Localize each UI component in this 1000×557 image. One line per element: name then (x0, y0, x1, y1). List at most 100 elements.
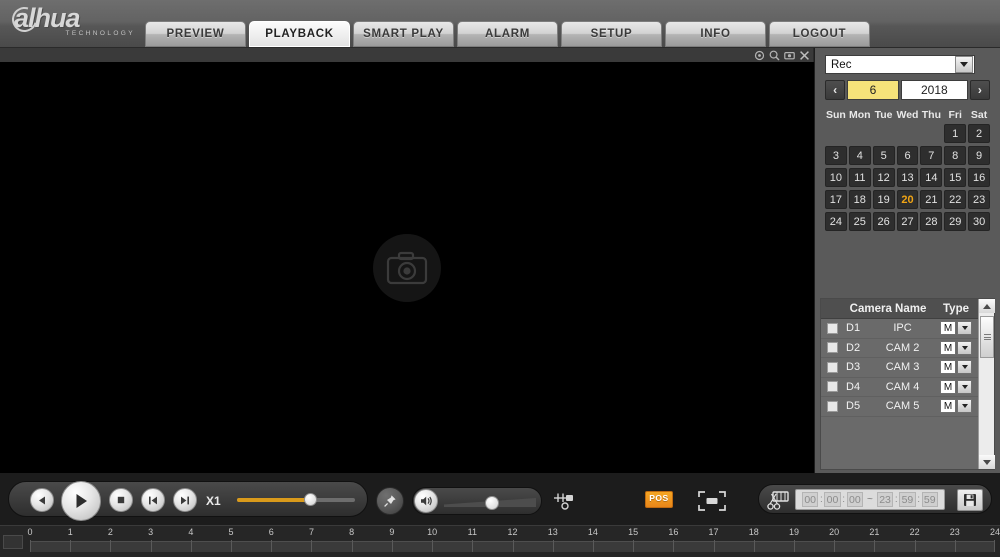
tab-playback[interactable]: PLAYBACK (249, 21, 350, 47)
camera-checkbox[interactable] (827, 361, 838, 373)
volume-button[interactable] (414, 489, 438, 513)
volume-slider-knob[interactable] (484, 496, 499, 510)
calendar-day-13[interactable]: 13 (896, 168, 919, 187)
calendar-day-19[interactable]: 19 (872, 190, 895, 209)
tab-logout[interactable]: LOGOUT (769, 21, 870, 47)
camera-checkbox[interactable] (827, 342, 838, 354)
month-field[interactable]: 6 (847, 80, 899, 100)
calendar-day-7[interactable]: 7 (920, 146, 943, 165)
next-month-button[interactable]: › (969, 80, 990, 100)
calendar-day-10[interactable]: 10 (825, 168, 847, 187)
calendar-day-16[interactable]: 16 (968, 168, 991, 187)
close-icon[interactable] (799, 50, 810, 61)
camera-checkbox[interactable] (827, 400, 838, 412)
calendar-day-29[interactable]: 29 (944, 212, 967, 231)
calendar-day-5[interactable]: 5 (872, 146, 895, 165)
calendar-day-22[interactable]: 22 (944, 190, 967, 209)
play-button[interactable] (61, 481, 101, 521)
year-field[interactable]: 2018 (900, 80, 968, 100)
calendar-day-28[interactable]: 28 (920, 212, 943, 231)
tab-smart-play[interactable]: SMART PLAY (353, 21, 454, 47)
calendar-day-17[interactable]: 17 (825, 190, 847, 209)
tab-preview[interactable]: PREVIEW (145, 21, 246, 47)
camera-type-select[interactable]: M (933, 321, 979, 336)
calendar-day-4[interactable]: 4 (848, 146, 871, 165)
scroll-up-icon[interactable] (979, 299, 995, 313)
tab-info[interactable]: INFO (665, 21, 766, 47)
calendar-day-14[interactable]: 14 (920, 168, 943, 187)
zoom-icon[interactable] (769, 50, 780, 61)
start-minute[interactable]: 00 (824, 492, 841, 507)
timeline-tick (954, 540, 956, 552)
video-display-area[interactable] (0, 62, 814, 473)
calendar-day-9[interactable]: 9 (968, 146, 991, 165)
calendar-day-25[interactable]: 25 (848, 212, 871, 231)
end-hour[interactable]: 23 (876, 492, 894, 507)
chevron-down-icon[interactable] (957, 360, 972, 375)
snapshot-icon[interactable] (784, 50, 795, 61)
camera-row[interactable]: D4 CAM 4 M (821, 378, 979, 397)
chevron-down-icon[interactable] (955, 56, 973, 73)
camera-type-select[interactable]: M (933, 360, 979, 375)
speed-slider-knob[interactable] (304, 493, 318, 506)
camera-row[interactable]: D1 IPC M (821, 319, 979, 339)
calendar-day-24[interactable]: 24 (825, 212, 847, 231)
camera-row[interactable]: D2 CAM 2 M (821, 339, 979, 358)
timeline-scale[interactable]: 0 1 2 3 4 5 6 7 8 9 10 11 12 13 14 15 16 17 18 19 20 21 22 23 24 (27, 526, 1000, 557)
camera-checkbox[interactable] (827, 381, 838, 393)
calendar-day-15[interactable]: 15 (944, 168, 967, 187)
prev-month-button[interactable]: ‹ (825, 80, 846, 100)
pos-button[interactable]: POS (645, 491, 673, 508)
video-clip-button[interactable] (767, 490, 789, 510)
chevron-down-icon[interactable] (957, 321, 972, 336)
record-icon[interactable] (754, 50, 765, 61)
chevron-down-icon[interactable] (957, 399, 972, 414)
calendar-day-21[interactable]: 21 (920, 190, 943, 209)
camera-placeholder-icon (373, 233, 441, 302)
previous-frame-button[interactable] (141, 488, 165, 512)
speed-slider-track[interactable] (237, 498, 355, 502)
start-hour[interactable]: 00 (802, 492, 819, 507)
calendar-day-1[interactable]: 1 (944, 124, 967, 143)
calendar-day-18[interactable]: 18 (848, 190, 871, 209)
mark-button[interactable] (376, 487, 404, 515)
calendar-day-2[interactable]: 2 (968, 124, 991, 143)
time-range-input[interactable]: 00 : 00 : 00 ~ 23 : 59 : 59 (795, 489, 945, 510)
stop-button[interactable] (109, 488, 133, 512)
reverse-play-button[interactable] (30, 488, 54, 512)
timeline-ruler[interactable]: 0 1 2 3 4 5 6 7 8 9 10 11 12 13 14 15 16 17 18 19 20 21 22 23 24 (0, 525, 1000, 557)
end-second[interactable]: 59 (921, 492, 938, 507)
start-second[interactable]: 00 (846, 492, 864, 507)
next-frame-button[interactable] (173, 488, 197, 512)
calendar-day-11[interactable]: 11 (848, 168, 871, 187)
calendar-day-23[interactable]: 23 (968, 190, 991, 209)
chevron-down-icon[interactable] (957, 340, 972, 355)
calendar-day-12[interactable]: 12 (872, 168, 895, 187)
pin-icon (384, 495, 396, 507)
scrollbar-thumb[interactable] (980, 316, 994, 358)
tab-alarm[interactable]: ALARM (457, 21, 558, 47)
stream-type-select[interactable]: Rec (825, 55, 975, 74)
camera-type-select[interactable]: M (933, 340, 979, 355)
calendar-day-30[interactable]: 30 (968, 212, 991, 231)
scroll-down-icon[interactable] (979, 455, 995, 469)
end-minute[interactable]: 59 (899, 492, 916, 507)
chevron-down-icon[interactable] (957, 379, 972, 394)
camera-type-select[interactable]: M (933, 399, 979, 414)
camera-list-scrollbar[interactable] (978, 299, 995, 469)
calendar-day-27[interactable]: 27 (896, 212, 919, 231)
camera-type-select[interactable]: M (933, 379, 979, 394)
calendar-day-6[interactable]: 6 (896, 146, 919, 165)
main-navigation: PREVIEW PLAYBACK SMART PLAY ALARM SETUP INFO L… (145, 21, 870, 47)
save-button[interactable] (957, 489, 983, 511)
fullscreen-button[interactable] (698, 491, 726, 511)
calendar-day-26[interactable]: 26 (872, 212, 895, 231)
sync-button[interactable] (552, 490, 578, 512)
camera-row[interactable]: D3 CAM 3 M (821, 358, 979, 378)
camera-row[interactable]: D5 CAM 5 M (821, 397, 979, 417)
tab-setup[interactable]: SETUP (561, 21, 662, 47)
calendar-day-20[interactable]: 20 (896, 190, 919, 209)
calendar-day-8[interactable]: 8 (944, 146, 967, 165)
camera-checkbox[interactable] (827, 322, 838, 334)
calendar-day-3[interactable]: 3 (825, 146, 847, 165)
